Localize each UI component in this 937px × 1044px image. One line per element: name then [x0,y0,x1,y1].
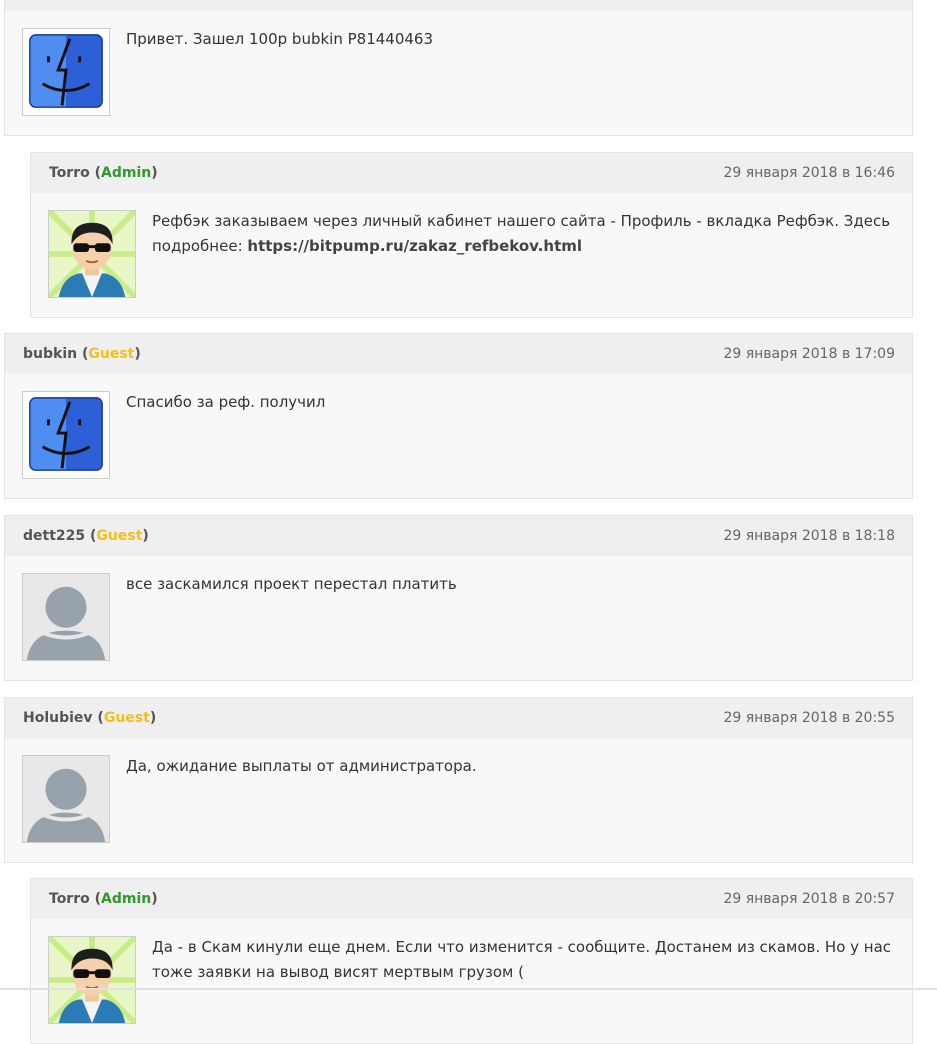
comment-header: Holubiev (Guest) 29 января 2018 в 20:55 [5,698,912,738]
author-name[interactable]: bubkin [23,346,77,362]
comment-date: 29 января 2018 в 16:46 [723,165,895,181]
comment-5: Torro (Admin) 29 января 2018 в 20:57 Да … [30,878,913,1044]
comment-header: bubkin (Guest) 29 января 2018 в 17:09 [5,334,912,374]
comment-text: Рефбэк заказываем через личный кабинет н… [152,209,892,259]
comment-date: 29 января 2018 в 17:09 [723,346,895,362]
comment-4: Holubiev (Guest) 29 января 2018 в 20:55 … [4,697,913,863]
comment-link[interactable]: https://bitpump.ru/zakaz_refbekov.html [247,237,582,255]
comment-header [5,0,912,11]
comment-text: все заскамился проект перестал платить [126,575,457,593]
comment-author: Torro (Admin) [49,891,158,907]
comment-0: Привет. Зашел 100р bubkin P81440463 [4,0,913,136]
admin-cartoon-avatar [48,210,136,298]
comment-text: Спасибо за реф. получил [126,393,326,411]
comment-1: Torro (Admin) 29 января 2018 в 16:46 Реф… [30,152,913,318]
author-name[interactable]: Torro [49,165,90,181]
author-role: Guest [103,710,150,726]
comment-2: bubkin (Guest) 29 января 2018 в 17:09 Сп… [4,333,913,499]
author-role: Guest [96,528,143,544]
comment-header: Torro (Admin) 29 января 2018 в 16:46 [31,153,912,193]
author-role: Admin [101,891,152,907]
comment-text: Привет. Зашел 100р bubkin P81440463 [126,30,434,48]
author-name[interactable]: Holubiev [23,710,93,726]
author-role: Guest [88,346,135,362]
author-role: Admin [101,165,152,181]
comment-text: Да - в Скам кинули еще днем. Если что из… [152,938,892,981]
finder-icon [22,28,110,116]
admin-cartoon-avatar [48,936,136,1024]
comment-date: 29 января 2018 в 20:55 [723,710,895,726]
comment-author: Holubiev (Guest) [23,710,157,726]
comment-author: bubkin (Guest) [23,346,141,362]
comment-date: 29 января 2018 в 20:57 [723,891,895,907]
finder-icon [22,391,110,479]
comment-date: 29 января 2018 в 18:18 [723,528,895,544]
author-name[interactable]: Torro [49,891,90,907]
comment-author: dett225 (Guest) [23,528,149,544]
comment-header: Torro (Admin) 29 января 2018 в 20:57 [31,879,912,919]
default-user-icon [22,573,110,661]
comment-header: dett225 (Guest) 29 января 2018 в 18:18 [5,516,912,556]
comment-author: Torro (Admin) [49,165,158,181]
comment-3: dett225 (Guest) 29 января 2018 в 18:18 в… [4,515,913,681]
default-user-icon [22,755,110,843]
page-divider [0,988,937,990]
author-name[interactable]: dett225 [23,528,85,544]
comment-text: Да, ожидание выплаты от администратора. [126,757,477,775]
